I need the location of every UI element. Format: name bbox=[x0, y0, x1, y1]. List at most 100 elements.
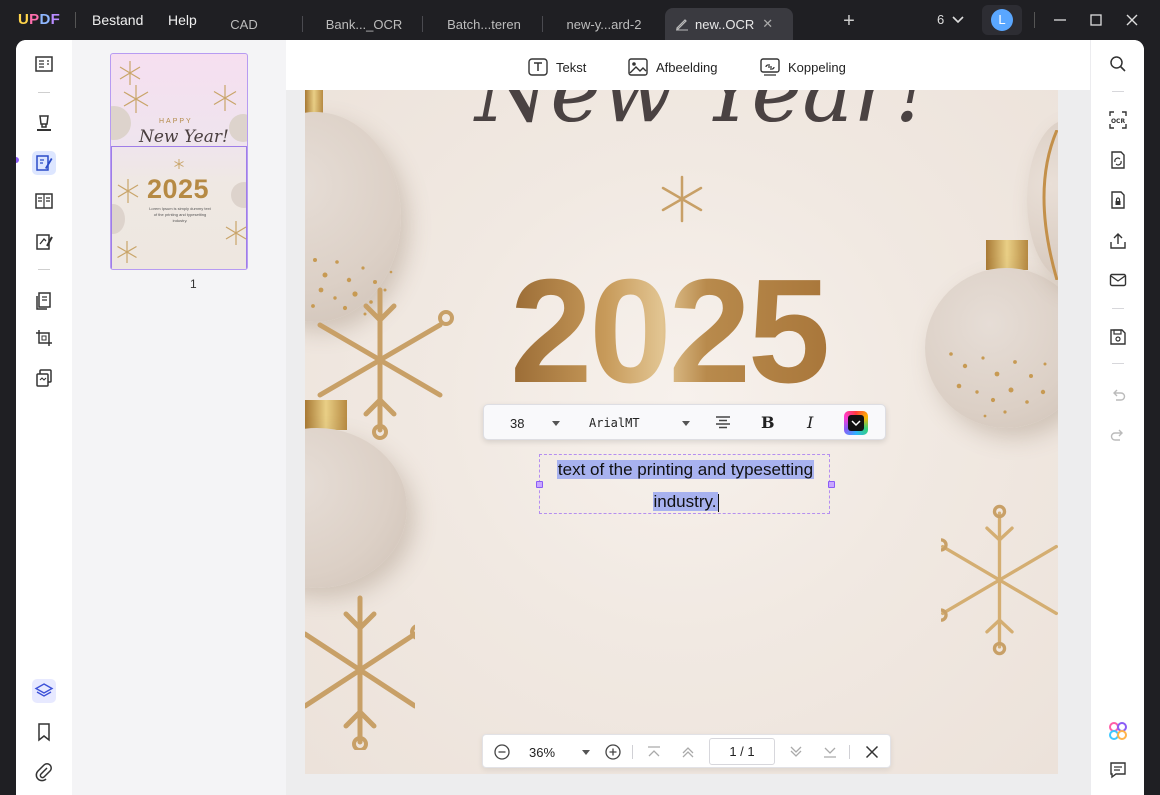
next-page-icon[interactable] bbox=[787, 743, 805, 761]
thumb-happy: HAPPY bbox=[159, 118, 193, 125]
tab-new-year-card[interactable]: new-y...ard-2 bbox=[545, 8, 663, 40]
attachment-button[interactable] bbox=[32, 760, 56, 784]
page-organize-button[interactable] bbox=[32, 189, 56, 213]
image-tool-label: Afbeelding bbox=[656, 59, 718, 75]
page-number-label: 1 bbox=[190, 277, 197, 291]
ocr-button[interactable]: OCR bbox=[1108, 110, 1128, 130]
convert-button[interactable] bbox=[1108, 150, 1128, 170]
divider bbox=[38, 92, 50, 93]
font-size-select[interactable]: 38 bbox=[510, 416, 524, 431]
italic-button[interactable]: I bbox=[807, 413, 813, 432]
glitter-decoration bbox=[949, 352, 1047, 418]
edit-mode-button[interactable] bbox=[32, 151, 56, 175]
lock-document-icon bbox=[1111, 191, 1125, 209]
share-button[interactable] bbox=[1108, 231, 1128, 251]
tools-button[interactable] bbox=[32, 366, 56, 390]
tab-label: new..OCR bbox=[695, 16, 755, 32]
chevron-down-icon bbox=[851, 420, 861, 427]
undo-button[interactable] bbox=[1108, 384, 1128, 404]
chevron-down-icon[interactable] bbox=[582, 750, 590, 755]
snowflake-icon bbox=[661, 175, 703, 223]
text-color-button[interactable] bbox=[844, 411, 868, 435]
email-button[interactable] bbox=[1108, 270, 1128, 290]
new-tab-button[interactable]: + bbox=[838, 10, 860, 32]
chevron-down-icon[interactable] bbox=[952, 11, 964, 29]
resize-handle-right[interactable] bbox=[828, 481, 835, 488]
bookmark-button[interactable] bbox=[32, 720, 56, 744]
ai-assistant-button[interactable] bbox=[1108, 721, 1128, 741]
text-line[interactable]: industry. bbox=[540, 491, 831, 513]
minimize-icon[interactable] bbox=[1050, 10, 1070, 30]
maximize-icon[interactable] bbox=[1086, 10, 1106, 30]
search-button[interactable] bbox=[1108, 54, 1128, 74]
zoom-level[interactable]: 36% bbox=[529, 745, 555, 760]
snowflake-icon bbox=[123, 85, 149, 113]
close-tab-icon[interactable]: ✕ bbox=[762, 16, 773, 32]
ornament-ball bbox=[305, 428, 407, 588]
divider bbox=[849, 745, 850, 759]
zoom-out-icon[interactable] bbox=[493, 743, 511, 761]
selection-highlight bbox=[111, 146, 247, 269]
divider bbox=[632, 745, 633, 759]
divider bbox=[1112, 363, 1124, 364]
highlighter-icon bbox=[37, 115, 51, 131]
reader-mode-button[interactable] bbox=[32, 52, 56, 76]
close-window-icon[interactable] bbox=[1122, 10, 1142, 30]
last-page-icon[interactable] bbox=[821, 743, 839, 761]
save-icon bbox=[1110, 329, 1126, 345]
add-image-button[interactable]: Afbeelding bbox=[628, 56, 717, 78]
comments-button[interactable] bbox=[1108, 760, 1128, 780]
fill-sign-button[interactable] bbox=[32, 230, 56, 254]
tab-bank-ocr[interactable]: Bank..._OCR bbox=[305, 8, 423, 40]
text-tool-icon bbox=[528, 58, 548, 76]
tab-label: Bank..._OCR bbox=[325, 16, 403, 32]
right-tool-rail: OCR bbox=[1090, 40, 1144, 795]
add-text-button[interactable]: Tekst bbox=[528, 56, 586, 78]
snowflake-icon bbox=[317, 287, 454, 440]
resize-handle-left[interactable] bbox=[536, 481, 543, 488]
text-format-bar: 38 ArialMT B I bbox=[483, 404, 886, 440]
bold-button[interactable]: B bbox=[761, 413, 775, 432]
tab-cad[interactable]: CAD bbox=[185, 8, 303, 40]
save-button[interactable] bbox=[1108, 327, 1128, 347]
layers-icon bbox=[34, 683, 54, 697]
comment-mode-button[interactable] bbox=[32, 111, 56, 135]
layers-button[interactable] bbox=[32, 679, 56, 703]
first-page-icon[interactable] bbox=[645, 743, 663, 761]
text-edit-box[interactable]: text of the printing and typesetting ind… bbox=[536, 454, 835, 514]
pdf-page[interactable]: New Year! 2025 38 ArialMT B I text of th… bbox=[305, 90, 1058, 774]
page-thumbnail[interactable]: HAPPY New Year! 2025 Lorem Ipsum is simp… bbox=[110, 53, 248, 270]
tab-batch[interactable]: Batch...teren bbox=[425, 8, 543, 40]
chevron-down-icon[interactable] bbox=[552, 421, 560, 426]
snowflake-icon bbox=[213, 85, 237, 111]
text-line[interactable]: text of the printing and typesetting bbox=[540, 459, 831, 481]
thumb-ornament bbox=[229, 114, 247, 142]
ocr-icon: OCR bbox=[1109, 111, 1127, 129]
text-tool-label: Tekst bbox=[556, 59, 587, 75]
menu-file[interactable]: Bestand bbox=[92, 12, 143, 28]
avatar[interactable]: L bbox=[982, 5, 1022, 35]
crop-button[interactable] bbox=[32, 326, 56, 350]
tab-new-ocr[interactable]: new..OCR ✕ bbox=[665, 8, 793, 40]
snowflake-icon bbox=[119, 61, 141, 85]
divider bbox=[1112, 308, 1124, 309]
updf-logo: UPDF bbox=[18, 11, 61, 28]
convert-icon bbox=[1111, 151, 1125, 169]
ai-assistant-icon bbox=[1109, 722, 1127, 740]
font-family-select[interactable]: ArialMT bbox=[589, 416, 640, 430]
tab-label: new-y...ard-2 bbox=[566, 16, 642, 32]
add-link-button[interactable]: Koppeling bbox=[760, 56, 846, 78]
align-center-icon[interactable] bbox=[715, 415, 731, 431]
chevron-down-icon[interactable] bbox=[682, 421, 690, 426]
active-indicator bbox=[16, 157, 19, 163]
protect-button[interactable] bbox=[1108, 190, 1128, 210]
left-tool-rail bbox=[16, 40, 72, 795]
page-indicator[interactable]: 1 / 1 bbox=[709, 738, 775, 765]
organize-pages-button[interactable] bbox=[32, 289, 56, 313]
zoom-in-icon[interactable] bbox=[604, 743, 622, 761]
thumb-heading: New Year! bbox=[139, 127, 229, 147]
previous-page-icon[interactable] bbox=[679, 743, 697, 761]
selected-text: industry. bbox=[652, 492, 718, 511]
close-icon[interactable] bbox=[863, 743, 881, 761]
redo-button[interactable] bbox=[1108, 424, 1128, 444]
